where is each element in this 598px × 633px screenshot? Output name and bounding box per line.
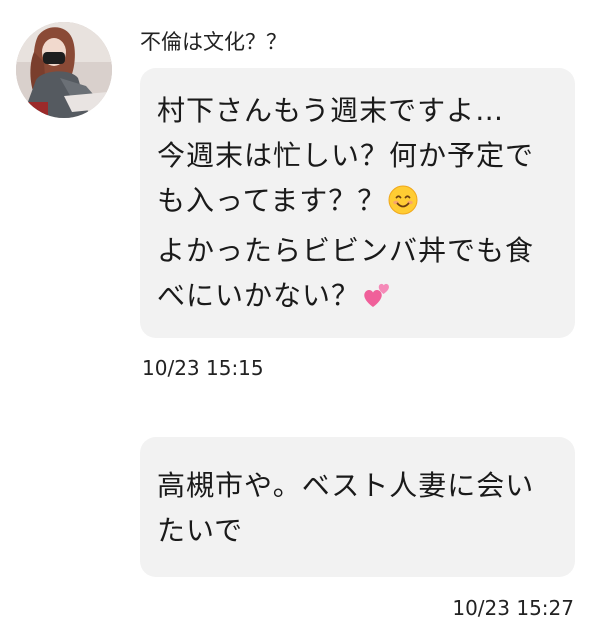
message-bubble[interactable]: 村下さんもう週末ですよ… 今週末は忙しい？何か予定で も入ってます？？ よかった… bbox=[140, 68, 575, 338]
message-bubble[interactable]: 高槻市や。ベスト人妻に会い たいで bbox=[140, 437, 575, 577]
message-text-line-with-emoji: も入ってます？？ bbox=[157, 178, 559, 228]
message-text-line: 今週末は忙しい？何か予定で bbox=[157, 139, 535, 172]
smiling-face-emoji-icon bbox=[388, 183, 418, 228]
message-text: も入ってます？？ bbox=[157, 184, 387, 217]
message-timestamp: 10/23 15:27 bbox=[452, 596, 574, 620]
message-text-line: よかったらビビンバ丼でも食 bbox=[157, 234, 535, 267]
message-text-line: 高槻市や。ベスト人妻に会い bbox=[157, 469, 535, 502]
message-timestamp: 10/23 15:15 bbox=[142, 356, 264, 380]
message-text-line: たいで bbox=[157, 514, 244, 547]
message-text-line-with-emoji: べにいかない？ bbox=[157, 273, 559, 323]
sender-avatar[interactable] bbox=[16, 22, 112, 118]
sender-name: 不倫は文化？？ bbox=[140, 30, 287, 54]
message-text: べにいかない？ bbox=[157, 279, 361, 312]
message-text-line: 村下さんもう週末ですよ… bbox=[157, 94, 505, 127]
two-hearts-emoji-icon bbox=[362, 278, 392, 323]
avatar-photo bbox=[16, 22, 112, 118]
